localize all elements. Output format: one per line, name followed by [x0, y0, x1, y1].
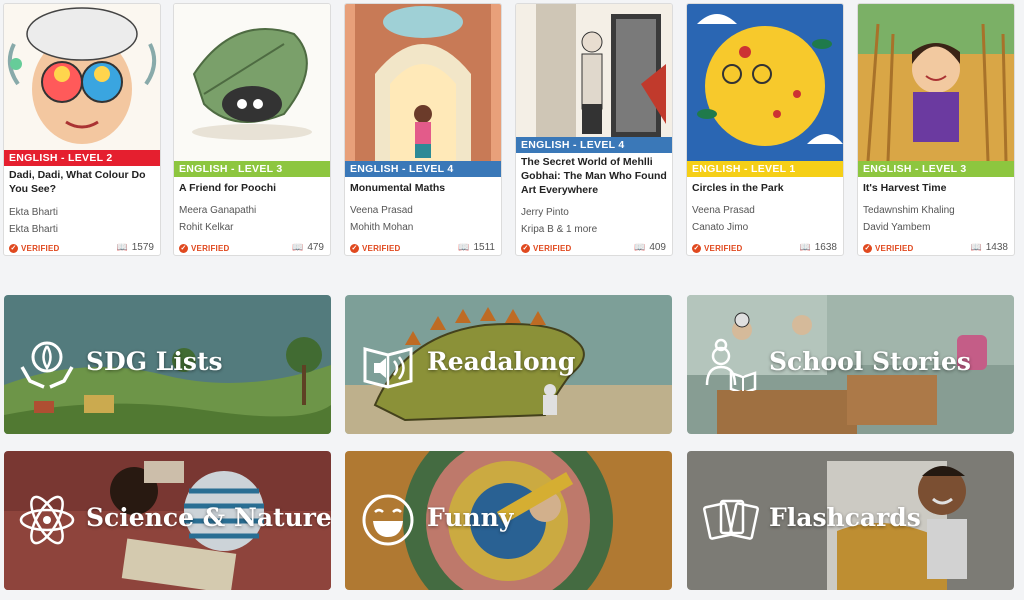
book-card[interactable]: ENGLISH - LEVEL 3 A Friend for Poochi Me… [173, 3, 331, 256]
check-icon: ✓ [179, 244, 188, 253]
illustrator-name[interactable]: Mohith Mohan [350, 222, 413, 234]
category-label: Readalong [427, 347, 576, 376]
book-cover[interactable] [687, 4, 843, 161]
book-card[interactable]: ENGLISH - LEVEL 2 Dadi, Dadi, What Colou… [3, 3, 161, 256]
read-count: 📖 1579 [117, 242, 154, 253]
book-title[interactable]: Circles in the Park [692, 181, 838, 195]
author-name[interactable]: Veena Prasad [692, 205, 755, 217]
read-count-value: 1579 [131, 242, 154, 253]
category-tile-sdg-lists[interactable]: SDG Lists [4, 295, 331, 434]
book-cover[interactable] [516, 4, 672, 137]
category-label: Funny [427, 503, 514, 532]
level-badge: ENGLISH - LEVEL 1 [687, 161, 843, 177]
read-count-value: 479 [307, 242, 324, 253]
read-count: 📖 1511 [458, 242, 495, 253]
book-cover-image [4, 4, 160, 151]
book-card[interactable]: ENGLISH - LEVEL 4 The Secret World of Me… [515, 3, 673, 256]
verified-badge: ✓ VERIFIED [692, 244, 743, 253]
book-cover-image [345, 4, 501, 161]
book-open-icon: 📖 [292, 242, 304, 252]
book-title[interactable]: The Secret World of Mehlli Gobhai: The M… [521, 155, 667, 197]
book-card[interactable]: ENGLISH - LEVEL 1 Circles in the Park Ve… [686, 3, 844, 256]
category-tile-flashcards[interactable]: Flashcards [687, 451, 1014, 590]
verified-label: VERIFIED [21, 244, 60, 253]
read-count-value: 1638 [814, 242, 837, 253]
book-card[interactable]: ENGLISH - LEVEL 3 It's Harvest Time Teda… [857, 3, 1015, 256]
book-cover[interactable] [345, 4, 501, 161]
laughing-face-icon [362, 494, 414, 546]
level-badge: ENGLISH - LEVEL 3 [858, 161, 1014, 177]
book-cover-image [687, 4, 843, 161]
author-name[interactable]: Tedawnshim Khaling [863, 205, 955, 217]
verified-label: VERIFIED [875, 244, 914, 253]
illustrator-name[interactable]: Kripa B & 1 more [521, 224, 597, 236]
check-icon: ✓ [9, 244, 18, 253]
level-badge: ENGLISH - LEVEL 3 [174, 161, 330, 177]
author-name[interactable]: Meera Ganapathi [179, 205, 256, 217]
read-count: 📖 479 [292, 242, 324, 253]
verified-badge: ✓ VERIFIED [350, 244, 401, 253]
verified-label: VERIFIED [362, 244, 401, 253]
category-tile-readalong[interactable]: Readalong [345, 295, 672, 434]
check-icon: ✓ [350, 244, 359, 253]
category-label: Science & Nature [86, 503, 331, 532]
book-cover[interactable] [858, 4, 1014, 161]
read-count-value: 1511 [473, 242, 495, 253]
teacher-icon [705, 338, 757, 391]
category-label: Flashcards [769, 503, 921, 532]
book-title[interactable]: It's Harvest Time [863, 181, 1009, 195]
read-count: 📖 409 [634, 242, 666, 253]
category-label: School Stories [769, 347, 971, 376]
read-count-value: 409 [649, 242, 666, 253]
book-cover[interactable] [174, 4, 330, 161]
category-tile-school-stories[interactable]: School Stories [687, 295, 1014, 434]
verified-label: VERIFIED [533, 244, 572, 253]
book-open-icon: 📖 [458, 242, 470, 252]
author-name[interactable]: Ekta Bharti [9, 207, 58, 219]
verified-badge: ✓ VERIFIED [863, 244, 914, 253]
book-title[interactable]: Dadi, Dadi, What Colour Do You See? [9, 168, 155, 196]
level-badge: ENGLISH - LEVEL 4 [516, 137, 672, 153]
cards-icon [703, 499, 759, 540]
category-tile-funny[interactable]: Funny [345, 451, 672, 590]
book-cover-image [174, 4, 330, 161]
book-speaker-icon [363, 347, 413, 389]
category-tile-science-nature[interactable]: Science & Nature [4, 451, 331, 590]
illustrator-name[interactable]: Rohit Kelkar [179, 222, 233, 234]
check-icon: ✓ [692, 244, 701, 253]
book-title[interactable]: Monumental Maths [350, 181, 496, 195]
illustrator-name[interactable]: Canato Jimo [692, 222, 748, 234]
verified-label: VERIFIED [191, 244, 230, 253]
illustrator-name[interactable]: Ekta Bharti [9, 224, 58, 236]
book-cover-image [858, 4, 1014, 161]
illustrator-name[interactable]: David Yambem [863, 222, 930, 234]
verified-badge: ✓ VERIFIED [521, 244, 572, 253]
author-name[interactable]: Veena Prasad [350, 205, 413, 217]
read-count: 📖 1438 [971, 242, 1008, 253]
check-icon: ✓ [521, 244, 530, 253]
read-count: 📖 1638 [800, 242, 837, 253]
book-card[interactable]: ENGLISH - LEVEL 4 Monumental Maths Veena… [344, 3, 502, 256]
read-count-value: 1438 [985, 242, 1008, 253]
hands-globe-icon [20, 341, 74, 389]
author-name[interactable]: Jerry Pinto [521, 207, 569, 219]
book-open-icon: 📖 [799, 242, 811, 252]
book-open-icon: 📖 [116, 242, 128, 252]
category-label: SDG Lists [86, 347, 223, 376]
check-icon: ✓ [863, 244, 872, 253]
book-cover-image [516, 4, 672, 137]
book-cover[interactable] [4, 4, 160, 151]
verified-badge: ✓ VERIFIED [9, 244, 60, 253]
verified-badge: ✓ VERIFIED [179, 244, 230, 253]
book-open-icon: 📖 [970, 242, 982, 252]
level-badge: ENGLISH - LEVEL 4 [345, 161, 501, 177]
verified-label: VERIFIED [704, 244, 743, 253]
book-open-icon: 📖 [634, 242, 646, 252]
book-title[interactable]: A Friend for Poochi [179, 181, 325, 195]
atom-icon [19, 495, 75, 545]
level-badge: ENGLISH - LEVEL 2 [4, 150, 160, 166]
